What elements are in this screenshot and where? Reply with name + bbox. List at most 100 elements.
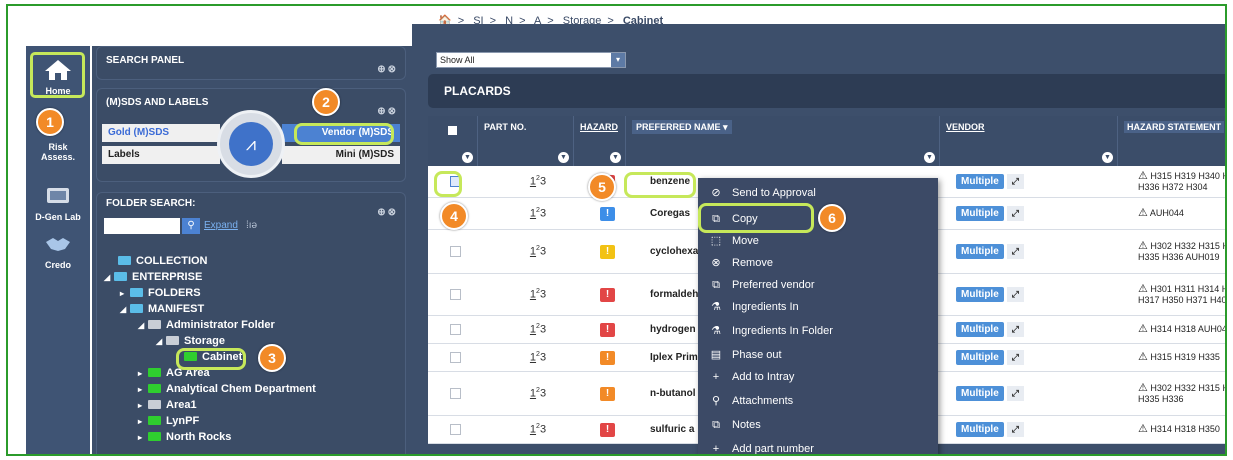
expand-icon[interactable]: ⤢ [1006,174,1024,189]
step-badge-2: 2 [312,88,340,116]
tree-node-north-rocks[interactable]: ▸ North Rocks [138,430,231,445]
column-statement[interactable]: HAZARD STATEMENT [1118,116,1225,166]
row-checkbox[interactable] [450,424,461,435]
context-menu-item[interactable]: + Add part number [698,438,938,454]
filter-icon[interactable]: ▼ [610,152,621,163]
tree-node-enterprise[interactable]: ◢ ENTERPRISE [104,270,202,285]
context-menu-item[interactable]: ⚗ Ingredients In [698,296,938,318]
hazard-icon[interactable]: ! [600,386,615,401]
vendor-multiple-button[interactable]: Multiple [956,174,1004,189]
search-icon[interactable]: ⚲ [182,218,200,234]
nav-home[interactable]: Home [26,58,90,96]
row-checkbox[interactable] [450,246,461,257]
part-number-icon[interactable]: 123 [530,323,546,336]
filter-icon[interactable]: ▼ [462,152,473,163]
expand-icon[interactable]: ⤢ [1006,322,1024,337]
vendor-multiple-button[interactable]: Multiple [956,386,1004,401]
context-menu-item[interactable]: ⬚ Move [698,230,938,252]
vendor-multiple-button[interactable]: Multiple [956,322,1004,337]
tree-node-analytical[interactable]: ▸ Analytical Chem Department [138,382,316,397]
column-part[interactable]: PART NO. ▼ [478,116,574,166]
expand-icon[interactable]: ⤢ [1006,206,1024,221]
search-panel[interactable]: SEARCH PANEL ⊕⊗ [96,46,406,80]
column-hazard[interactable]: HAZARD ▼ [574,116,626,166]
ingredients-folder-icon: ⚗ [711,325,721,337]
expand-icon[interactable]: ⤢ [1006,244,1024,259]
context-menu-item[interactable]: ⊘ Send to Approval [698,182,938,204]
tree-node-lynpf[interactable]: ▸ LynPF [138,414,199,429]
filter-icon[interactable]: ▼ [924,152,935,163]
vendor-multiple-button[interactable]: Multiple [956,287,1004,302]
tree-icon[interactable]: ⁞ıə [246,220,257,231]
mini-sds-button[interactable]: Mini (M)SDS [282,146,400,164]
part-number-icon[interactable]: 123 [530,207,546,220]
copy-highlight [698,203,814,233]
column-name[interactable]: PREFERRED NAME ▾ ▼ [626,116,940,166]
nav-dgen[interactable]: D-Gen Lab [26,184,90,222]
show-all-select[interactable]: Show All ▾ [436,52,626,68]
part-number-icon[interactable]: 123 [530,351,546,364]
row-checkbox[interactable] [450,388,461,399]
panel-controls-icon[interactable]: ⊕⊗ [377,55,398,85]
gold-sds-button[interactable]: Gold (M)SDS [102,124,220,142]
expand-icon[interactable]: ⤢ [1006,287,1024,302]
hazard-icon[interactable]: ! [600,206,615,221]
preferred-name[interactable]: Iplex Prim [650,352,698,363]
tree-node-admin[interactable]: ◢ Administrator Folder [138,318,275,333]
tree-node-folders[interactable]: ▸ FOLDERS [120,286,201,301]
warning-icon: ⚠ [1138,207,1148,219]
row-checkbox[interactable] [450,352,461,363]
phase-out-icon: ▤ [710,349,722,361]
hazard-icon[interactable]: ! [600,287,615,302]
hazard-icon[interactable]: ! [600,244,615,259]
folder-icon [130,288,143,297]
expand-icon[interactable]: ⤢ [1006,350,1024,365]
expand-icon[interactable]: ⤢ [1006,422,1024,437]
filter-icon[interactable]: ▼ [1102,152,1113,163]
column-vendor[interactable]: VENDOR ▼ [940,116,1118,166]
part-number-icon[interactable]: 123 [530,245,546,258]
hazard-icon[interactable]: ! [600,350,615,365]
row-checkbox[interactable] [450,324,461,335]
preferred-name[interactable]: sulfuric a [650,424,694,435]
preferred-name[interactable]: n-butanol [650,388,696,399]
part-number-icon[interactable]: 123 [530,423,546,436]
context-menu-item[interactable]: ⚗ Ingredients In Folder [698,320,938,342]
context-menu-item[interactable]: ⚲ Attachments [698,390,938,412]
vendor-multiple-button[interactable]: Multiple [956,206,1004,221]
context-menu-item[interactable]: ⊗ Remove [698,252,938,274]
context-menu-item[interactable]: ▤ Phase out [698,344,938,366]
preferred-name[interactable]: hydrogen [650,324,696,335]
tree-node-area1[interactable]: ▸ Area1 [138,398,197,413]
tree-node-collection[interactable]: COLLECTION [118,254,208,268]
nav-risk-label: Risk Assess. [40,142,76,162]
context-menu-item[interactable]: + Add to Intray [698,366,938,388]
folder-search-input[interactable] [104,218,180,234]
preferred-name[interactable]: cyclohexa [650,246,698,257]
hazard-icon[interactable]: ! [600,322,615,337]
part-number-icon[interactable]: 123 [530,175,546,188]
part-number-icon[interactable]: 123 [530,387,546,400]
context-menu-item[interactable]: ⧉ Preferred vendor [698,274,938,296]
vendor-multiple-button[interactable]: Multiple [956,244,1004,259]
sds-panel-title: (M)SDS AND LABELS [106,97,209,108]
expand-link[interactable]: Expand [204,220,238,231]
tree-node-manifest[interactable]: ◢ MANIFEST [120,302,204,317]
filter-icon[interactable]: ▼ [558,152,569,163]
row-checkbox[interactable] [450,289,461,300]
vendor-multiple-button[interactable]: Multiple [956,422,1004,437]
part-number-icon[interactable]: 123 [530,288,546,301]
expand-icon[interactable]: ⤢ [1006,386,1024,401]
vendor-multiple-button[interactable]: Multiple [956,350,1004,365]
hazard-statement: AUH044 [1149,208,1184,218]
pulse-dial[interactable]: ⩘ [217,110,285,178]
nav-credo[interactable]: Credo [26,232,90,270]
panel-controls-icon[interactable]: ⊕⊗ [377,201,398,225]
preferred-name[interactable]: Coregas [650,208,690,219]
preferred-name[interactable]: formaldeh [650,289,698,300]
tree-node-storage[interactable]: ◢ Storage [156,334,225,349]
labels-button[interactable]: Labels [102,146,220,164]
hazard-icon[interactable]: ! [600,422,615,437]
nav-risk[interactable]: Risk Assess. [26,142,90,162]
context-menu-item[interactable]: ⧉ Notes [698,414,938,436]
